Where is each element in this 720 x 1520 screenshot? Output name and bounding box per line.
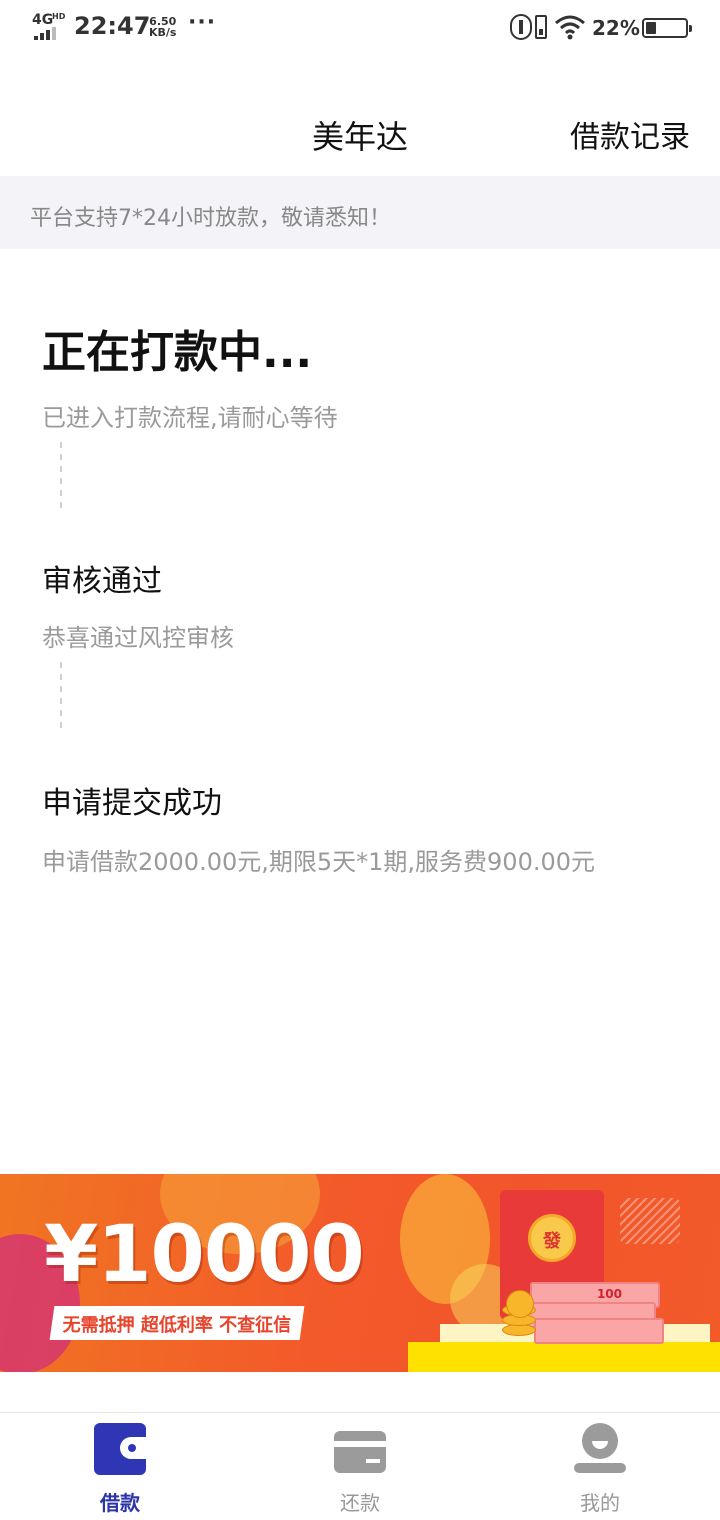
step-desc: 恭喜通过风控审核 [42, 624, 234, 652]
envelope-seal: 發 [528, 1214, 576, 1262]
notice-bar: 平台支持7*24小时放款，敬请悉知！ [0, 176, 720, 249]
app-header: 美年达 借款记录 [0, 92, 720, 176]
step-desc: 已进入打款流程,请耐心等待 [42, 404, 338, 432]
banner-amount: ¥10000 [44, 1210, 365, 1300]
step-title: 审核通过 [42, 564, 162, 599]
promo-banner[interactable]: ¥10000 无需抵押 超低利率 不查征信 發 100 [0, 1174, 720, 1372]
network-speed: 6.50 KB/s [149, 16, 176, 38]
card-icon [334, 1431, 386, 1473]
step-title: 申请提交成功 [42, 786, 222, 821]
banner-tagline: 无需抵押 超低利率 不查征信 [49, 1306, 305, 1340]
network-badge: HD [52, 12, 66, 21]
clock: 22:47 [74, 12, 151, 40]
bluetooth-icon [510, 14, 532, 40]
tab-label: 我的 [580, 1491, 620, 1515]
tab-me[interactable]: 我的 [480, 1413, 720, 1520]
notice-text: 平台支持7*24小时放款，敬请悉知！ [30, 206, 391, 231]
tab-label: 还款 [340, 1491, 380, 1515]
timeline-step-approved: 审核通过 恭喜通过风控审核 [42, 556, 234, 653]
person-icon [574, 1423, 626, 1475]
stage-base [408, 1342, 720, 1372]
loan-record-link[interactable]: 借款记录 [570, 112, 690, 156]
tab-label: 借款 [100, 1491, 140, 1515]
coin-icon [506, 1290, 534, 1318]
bottom-tab-bar: 借款 还款 我的 [0, 1412, 720, 1520]
decor-lines [620, 1198, 680, 1244]
battery-percent: 22% [592, 16, 640, 40]
timeline-connector [60, 662, 62, 734]
status-bar: 4G HD 22:47 6.50 KB/s ··· 22% [0, 0, 720, 58]
signal-icon: 4G HD [32, 12, 68, 40]
wifi-icon [555, 15, 585, 40]
more-notifications-icon: ··· [188, 10, 217, 35]
cash-value: 100 [596, 1287, 622, 1301]
step-title: 正在打款中... [42, 327, 313, 378]
timeline-step-submitted: 申请提交成功 申请借款2000.00元,期限5天*1期,服务费900.00元 [42, 778, 595, 877]
speed-unit: KB/s [149, 26, 177, 39]
envelope-seal-char: 發 [543, 1231, 561, 1252]
wallet-icon [94, 1423, 146, 1475]
timeline-connector [60, 442, 62, 514]
vibrate-icon [535, 15, 547, 39]
cash-bill-icon [534, 1318, 664, 1344]
battery-icon [642, 18, 692, 38]
tab-repay[interactable]: 还款 [240, 1413, 480, 1520]
banner-tagline-text: 无需抵押 超低利率 不查征信 [62, 1315, 292, 1336]
step-desc: 申请借款2000.00元,期限5天*1期,服务费900.00元 [42, 848, 596, 876]
network-type: 4G [32, 12, 54, 28]
tab-loan[interactable]: 借款 [0, 1413, 240, 1520]
timeline-step-disbursing: 正在打款中... 已进入打款流程,请耐心等待 [42, 316, 338, 433]
